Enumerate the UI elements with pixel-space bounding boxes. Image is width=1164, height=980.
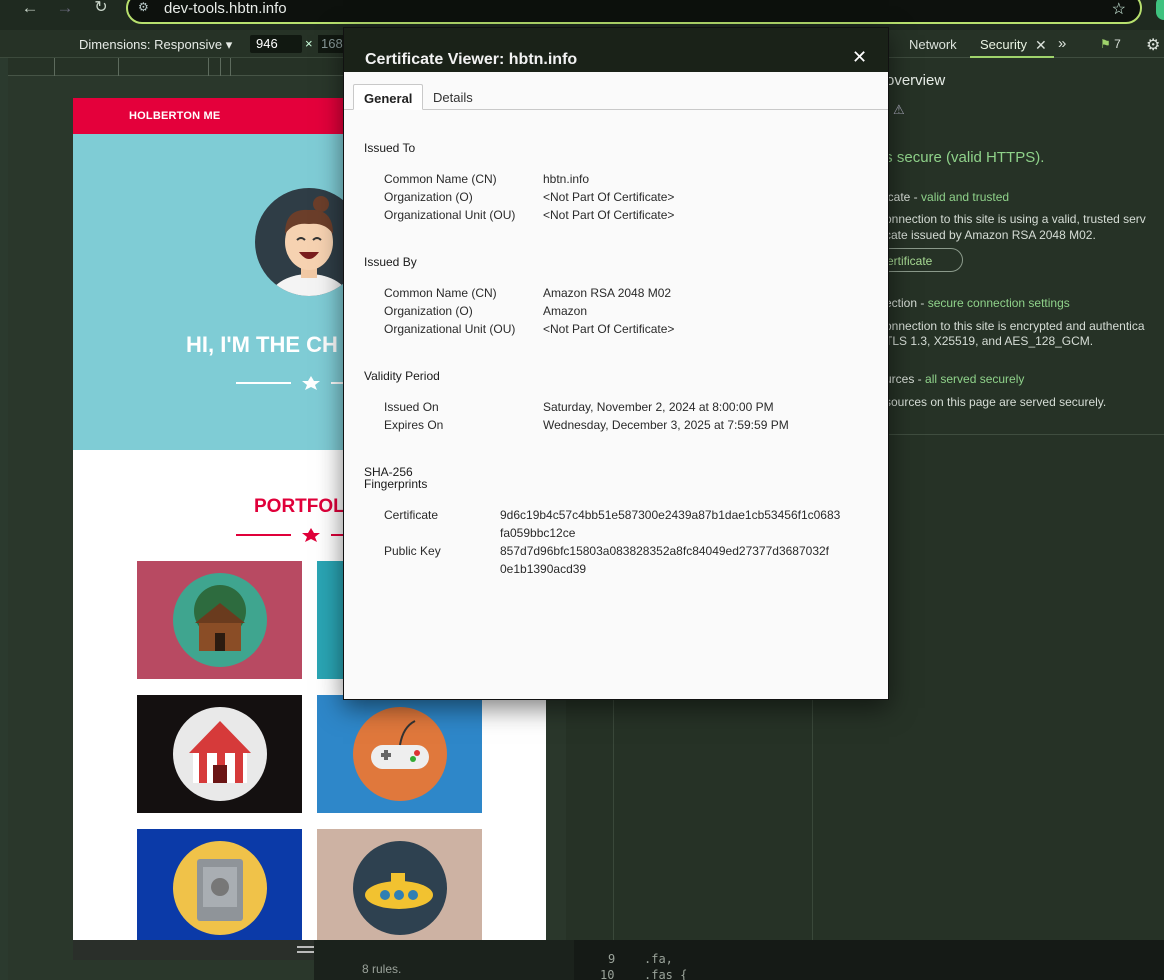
- reload-icon[interactable]: ↻: [91, 0, 111, 20]
- media-query-ruler[interactable]: [8, 58, 345, 76]
- field-value: Wednesday, December 3, 2025 at 7:59:59 P…: [543, 418, 789, 432]
- active-tab-indicator: [970, 56, 1054, 58]
- field-value: Saturday, November 2, 2024 at 8:00:00 PM: [543, 400, 774, 414]
- certificate-label: icate -: [885, 190, 922, 204]
- issued-to-heading: Issued To: [364, 141, 416, 155]
- profile-icon[interactable]: [1156, 0, 1164, 20]
- dialog-header: Certificate Viewer: hbtn.info ✕: [344, 28, 888, 72]
- resources-label: urces -: [885, 372, 926, 386]
- issues-badge[interactable]: ⚑ 7: [1100, 37, 1121, 51]
- field-label: Issued On: [384, 400, 439, 414]
- fingerprint-value: fa059bbc12ce: [500, 526, 576, 540]
- field-value: <Not Part Of Certificate>: [543, 208, 675, 222]
- field-value: hbtn.info: [543, 172, 590, 186]
- code-line: .fas {: [644, 968, 688, 980]
- line-number: 9: [608, 952, 616, 966]
- tab-security[interactable]: Security: [980, 37, 1027, 52]
- field-label: Public Key: [384, 544, 441, 558]
- field-label: Certificate: [384, 508, 439, 522]
- field-label: Organizational Unit (OU): [384, 322, 516, 336]
- resources-desc: sources on this page are served securely…: [885, 395, 1107, 409]
- dialog-title: Certificate Viewer: hbtn.info: [365, 51, 578, 68]
- portfolio-tile-submarine[interactable]: [317, 829, 482, 940]
- cabin-icon: [173, 573, 267, 667]
- certificate-summary: icate - valid and trusted: [885, 190, 1009, 204]
- portfolio-tile-safe[interactable]: [137, 829, 302, 940]
- forward-arrow-icon[interactable]: →: [55, 0, 75, 20]
- resources-status: all served securely: [925, 372, 1025, 386]
- safe-icon: [173, 841, 267, 935]
- portfolio-tile-circus[interactable]: [137, 695, 302, 813]
- more-tabs-icon[interactable]: »: [1058, 35, 1066, 52]
- circus-tent-icon: [173, 707, 267, 801]
- close-icon[interactable]: ✕: [852, 48, 867, 66]
- certificate-viewer-dialog: Certificate Viewer: hbtn.info ✕ General …: [343, 27, 889, 700]
- styles-pane: 8 rules.: [314, 940, 574, 980]
- browser-toolbar: ← → ↻ ⚙ dev-tools.hbtn.info ☆: [0, 0, 1164, 30]
- line-number: 10: [600, 968, 615, 980]
- site-settings-icon[interactable]: ⚙: [138, 0, 154, 14]
- field-label: Organization (O): [384, 190, 473, 204]
- dimension-separator: ×: [305, 36, 313, 51]
- address-bar[interactable]: ⚙ dev-tools.hbtn.info ☆: [126, 0, 1142, 24]
- connection-desc-1: onnection to this site is encrypted and …: [885, 319, 1145, 333]
- tab-network[interactable]: Network: [909, 37, 957, 52]
- fingerprint-value: 0e1b1390acd39: [500, 562, 587, 576]
- fingerprint-value: 857d7d96bfc15803a083828352a8fc84049ed273…: [500, 544, 829, 558]
- field-label: Common Name (CN): [384, 172, 497, 186]
- field-label: Expires On: [384, 418, 444, 432]
- tab-general[interactable]: General: [353, 84, 424, 110]
- field-label: Organizational Unit (OU): [384, 208, 516, 222]
- rules-count: 8 rules.: [362, 962, 402, 976]
- fingerprint-value: 9d6c19b4c57c4bb51e587300e2439a87b1dae1cb…: [500, 508, 841, 522]
- field-value: Amazon: [543, 304, 588, 318]
- gamepad-icon: [353, 707, 447, 801]
- warning-icon[interactable]: ⚠: [893, 102, 905, 118]
- device-toolbar: Dimensions: Responsive ▾ 946 × 168: [0, 30, 346, 58]
- fingerprints-heading-2: Fingerprints: [364, 477, 428, 491]
- width-input[interactable]: 946: [250, 35, 302, 53]
- connection-summary: ection - secure connection settings: [885, 296, 1070, 310]
- overview-heading: overview: [886, 72, 946, 89]
- certificate-desc-1: onnection to this site is using a valid,…: [885, 212, 1146, 226]
- height-input[interactable]: 168: [318, 35, 346, 53]
- code-line: .fa,: [644, 952, 673, 966]
- field-value: <Not Part Of Certificate>: [543, 322, 675, 336]
- url-text: dev-tools.hbtn.info: [164, 0, 287, 17]
- connection-status: secure connection settings: [927, 296, 1070, 310]
- portfolio-tile-cabin[interactable]: [137, 561, 302, 679]
- issued-by-heading: Issued By: [364, 255, 417, 269]
- close-security-tab-icon[interactable]: ✕: [1035, 37, 1047, 54]
- dialog-tab-bar: General Details: [344, 84, 888, 110]
- certificate-desc-2: cate issued by Amazon RSA 2048 M02.: [885, 228, 1096, 242]
- resources-summary: urces - all served securely: [885, 372, 1024, 386]
- dimensions-select[interactable]: Dimensions: Responsive ▾: [79, 37, 232, 53]
- site-brand[interactable]: HOLBERTON ME: [129, 110, 220, 122]
- field-label: Common Name (CN): [384, 286, 497, 300]
- portfolio-heading: PORTFOL: [254, 496, 345, 517]
- field-value: <Not Part Of Certificate>: [543, 190, 675, 204]
- portfolio-tile-gamepad[interactable]: [317, 695, 482, 813]
- issues-count: 7: [1114, 37, 1121, 51]
- field-value: Amazon RSA 2048 M02: [543, 286, 672, 300]
- back-arrow-icon[interactable]: ←: [20, 0, 40, 20]
- connection-label: ection -: [885, 296, 928, 310]
- hero-heading: HI, I'M THE CH: [186, 332, 338, 357]
- certificate-status: valid and trusted: [921, 190, 1010, 204]
- bookmark-star-icon[interactable]: ☆: [1112, 0, 1126, 19]
- validity-heading: Validity Period: [364, 369, 440, 383]
- submarine-icon: [353, 841, 447, 935]
- source-pane: 9 .fa, 10 .fas {: [574, 940, 1164, 980]
- field-label: Organization (O): [384, 304, 473, 318]
- tab-details[interactable]: Details: [423, 84, 483, 110]
- connection-desc-2: TLS 1.3, X25519, and AES_128_GCM.: [885, 334, 1094, 348]
- settings-gear-icon[interactable]: ⚙: [1146, 35, 1160, 55]
